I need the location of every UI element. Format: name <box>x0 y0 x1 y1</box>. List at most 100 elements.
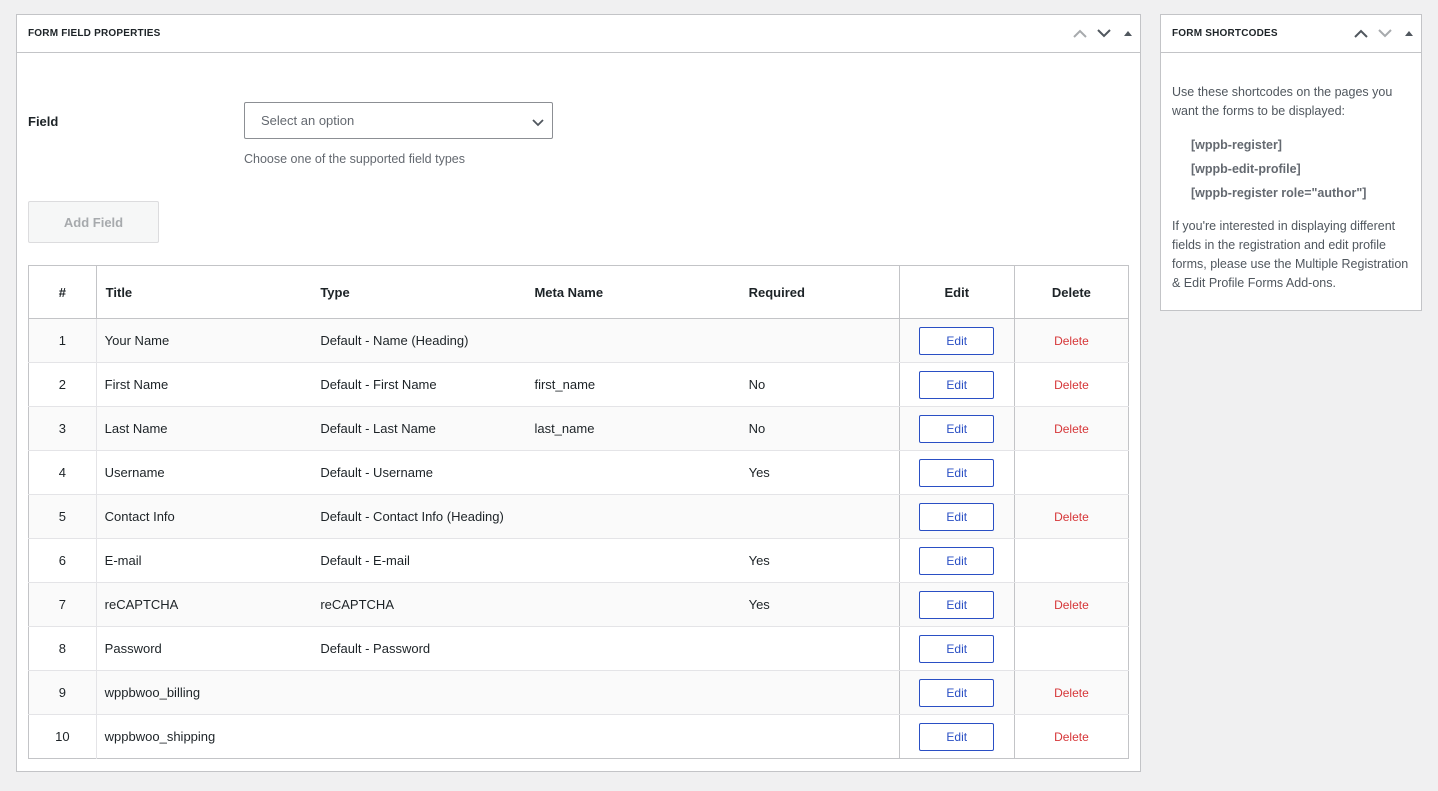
row-meta-name <box>524 318 739 363</box>
row-meta-name: last_name <box>524 406 739 451</box>
shortcode-register: [wppb-register] <box>1191 138 1282 152</box>
row-title: wppbwoo_shipping <box>104 729 216 744</box>
table-row: 7 reCAPTCHA reCAPTCHA Yes Edit Delete <box>28 582 1129 627</box>
row-required <box>739 715 900 759</box>
row-required <box>738 318 900 363</box>
row-edit-cell: Edit <box>898 406 1015 451</box>
row-meta-name <box>524 626 739 671</box>
row-edit-cell: Edit <box>898 538 1015 583</box>
row-type: Default - Username <box>310 450 525 495</box>
table-row: 6 E-mail Default - E-mail Yes Edit <box>28 538 1129 583</box>
edit-button[interactable]: Edit <box>919 502 995 531</box>
edit-button[interactable]: Edit <box>919 678 995 707</box>
shortcodes-note: If you're interested in displaying diffe… <box>1172 219 1409 290</box>
table-row: 10 wppbwoo_shipping Edit Delete <box>28 714 1129 759</box>
chevron-down-icon[interactable] <box>1092 16 1116 52</box>
row-title: reCAPTCHA <box>96 582 311 627</box>
delete-link[interactable]: Delete <box>1054 378 1089 392</box>
row-type <box>310 715 524 759</box>
shortcodes-body: Use these shortcodes on the pages you wa… <box>1161 53 1421 293</box>
panel-title: FORM FIELD PROPERTIES <box>28 28 161 39</box>
delete-link[interactable]: Delete <box>1054 334 1089 348</box>
row-required: Yes <box>738 582 900 627</box>
form-field-properties-panel: FORM FIELD PROPERTIES Field Select an op… <box>16 14 1141 772</box>
row-number: 6 <box>28 538 97 583</box>
delete-link[interactable]: Delete <box>1054 686 1089 700</box>
triangle-up-icon[interactable] <box>1397 16 1421 52</box>
chevron-down-icon[interactable] <box>1373 16 1397 52</box>
edit-button[interactable]: Edit <box>919 370 995 399</box>
form-shortcodes-panel: FORM SHORTCODES Use these shortcodes on … <box>1160 14 1422 311</box>
row-edit-cell: Edit <box>898 318 1015 363</box>
field-type-select[interactable]: Select an option <box>244 102 553 139</box>
chevron-down-icon <box>532 115 544 130</box>
chevron-up-icon[interactable] <box>1068 16 1092 52</box>
row-required <box>738 626 900 671</box>
row-title: Username <box>96 450 311 495</box>
row-type: Default - Last Name <box>310 406 525 451</box>
shortcodes-intro: Use these shortcodes on the pages you wa… <box>1172 85 1393 118</box>
row-required <box>738 494 900 539</box>
row-title: Last Name <box>96 406 311 451</box>
delete-link[interactable]: Delete <box>1054 510 1089 524</box>
row-delete-cell <box>1013 450 1129 495</box>
table-row: 1 Your Name Default - Name (Heading) Edit De… <box>28 318 1129 363</box>
row-edit-cell: Edit <box>898 582 1015 627</box>
row-delete-cell: Delete <box>1013 406 1129 451</box>
row-title: Password <box>96 626 311 671</box>
row-delete-cell: Delete <box>1013 670 1129 715</box>
row-meta-name <box>524 670 739 715</box>
row-edit-cell: Edit <box>898 670 1015 715</box>
row-required: No <box>738 362 900 407</box>
col-header-required: Required <box>738 265 900 319</box>
col-header-type: Type <box>310 265 525 319</box>
row-delete-cell: Delete <box>1013 318 1129 363</box>
row-delete-cell: Delete <box>1013 494 1129 539</box>
delete-link[interactable]: Delete <box>1054 422 1089 436</box>
row-edit-cell: Edit <box>898 362 1015 407</box>
panel-controls <box>1349 15 1421 52</box>
row-meta-name <box>524 494 739 539</box>
row-required: Yes <box>738 450 900 495</box>
col-header-delete: Delete <box>1013 265 1129 319</box>
field-label: Field <box>28 114 59 129</box>
row-meta-name <box>524 582 739 627</box>
row-number: 8 <box>28 626 97 671</box>
panel-header: FORM SHORTCODES <box>1161 15 1421 53</box>
edit-button[interactable]: Edit <box>919 414 995 443</box>
delete-link[interactable]: Delete <box>1054 730 1089 744</box>
edit-button[interactable]: Edit <box>919 326 995 355</box>
panel-title: FORM SHORTCODES <box>1172 28 1278 39</box>
row-title: Contact Info <box>96 494 311 539</box>
row-title: wppbwoo_billing <box>96 670 311 715</box>
row-delete-cell: Delete <box>1013 362 1129 407</box>
col-header-title: Title <box>96 265 311 319</box>
edit-button[interactable]: Edit <box>919 634 995 663</box>
col-header-meta: Meta Name <box>524 265 739 319</box>
add-field-button[interactable]: Add Field <box>28 201 159 243</box>
row-required: No <box>738 406 900 451</box>
shortcode-edit-profile: [wppb-edit-profile] <box>1191 162 1301 176</box>
row-delete-cell: Delete <box>1013 714 1129 759</box>
edit-button[interactable]: Edit <box>919 546 995 575</box>
delete-link[interactable]: Delete <box>1054 598 1089 612</box>
row-delete-cell <box>1013 538 1129 583</box>
fields-table: # Title Type Meta Name Required Edit Del… <box>28 265 1129 759</box>
row-delete-cell: Delete <box>1013 582 1129 627</box>
table-row: 5 Contact Info Default - Contact Info (Hea… <box>28 494 1129 539</box>
edit-button[interactable]: Edit <box>919 458 995 487</box>
edit-button[interactable]: Edit <box>919 722 995 751</box>
row-type: reCAPTCHA <box>310 582 525 627</box>
row-number: 2 <box>28 362 97 407</box>
table-row: 4 Username Default - Username Yes Edit <box>28 450 1129 495</box>
chevron-up-icon[interactable] <box>1349 16 1373 52</box>
shortcode-register-author: [wppb-register role="author"] <box>1191 186 1367 200</box>
edit-button[interactable]: Edit <box>919 590 995 619</box>
table-header-row: # Title Type Meta Name Required Edit Del… <box>28 265 1129 319</box>
row-edit-cell: Edit <box>898 494 1015 539</box>
triangle-up-icon[interactable] <box>1116 16 1140 52</box>
table-row: 8 Password Default - Password Edit <box>28 626 1129 671</box>
row-meta-name <box>524 450 739 495</box>
row-number: 10 <box>28 714 97 759</box>
table-row: 2 First Name Default - First Name first_nam… <box>28 362 1129 407</box>
